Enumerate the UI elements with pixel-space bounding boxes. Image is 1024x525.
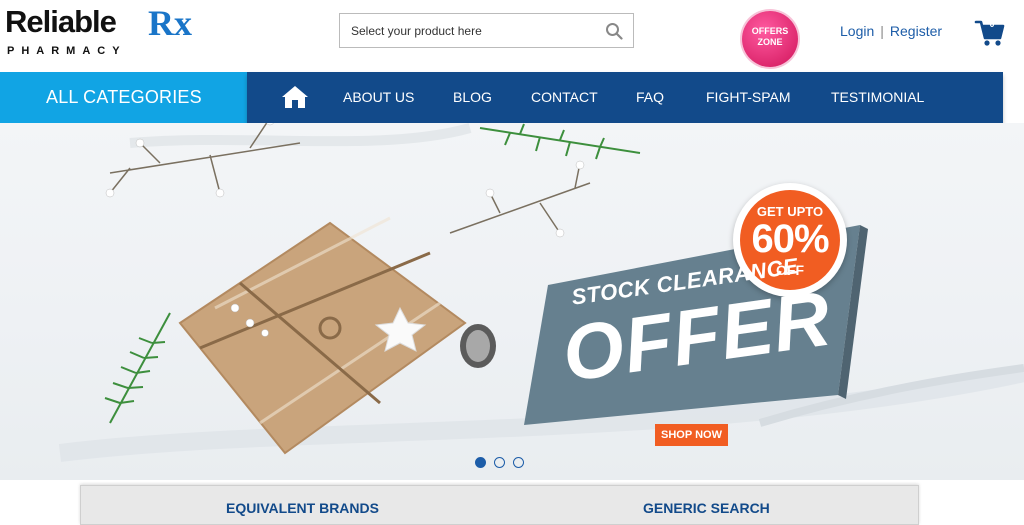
site-header: Reliable Rx PHARMACY OFFERS ZONE Login | R… <box>0 0 1024 72</box>
logo-word: Reliable <box>5 4 117 39</box>
slider-dot-3[interactable] <box>513 457 524 468</box>
hero-background-art <box>58 123 1024 462</box>
nav-bar: ABOUT US BLOG CONTACT FAQ FIGHT-SPAM TES… <box>247 72 1003 123</box>
cart-count: 0 <box>989 19 995 29</box>
gift-parcel-image <box>178 216 467 455</box>
nav-item-contact[interactable]: CONTACT <box>531 72 598 123</box>
product-search <box>339 13 634 48</box>
login-link[interactable]: Login <box>840 23 874 39</box>
offers-zone-line2: ZONE <box>757 37 783 47</box>
shop-now-button[interactable]: SHOP NOW <box>655 424 728 446</box>
auth-links: Login | Register <box>840 23 942 39</box>
auth-separator: | <box>880 23 884 39</box>
logo-rx-mark: Rx <box>148 3 192 43</box>
hero-slider[interactable]: GET UPTO 60% OFF STOCK CLEARANCE OFFER S… <box>0 123 1024 480</box>
offers-zone-line1: OFFERS <box>751 26 789 36</box>
register-link[interactable]: Register <box>890 23 942 39</box>
logo-subtitle: PHARMACY <box>7 45 127 57</box>
nav-item-testimonial[interactable]: TESTIMONIAL <box>831 72 924 123</box>
nav-item-blog[interactable]: BLOG <box>453 72 492 123</box>
all-categories-button[interactable]: ALL CATEGORIES <box>0 72 247 123</box>
search-icon[interactable] <box>605 22 623 40</box>
reliable-rx-logo[interactable]: Reliable Rx PHARMACY <box>5 3 195 64</box>
home-icon[interactable] <box>280 84 310 110</box>
slider-dot-1[interactable] <box>475 457 486 468</box>
tab-generic-search[interactable]: GENERIC SEARCH <box>643 500 770 516</box>
search-tabs-panel: EQUIVALENT BRANDS GENERIC SEARCH <box>80 485 919 525</box>
product-search-input[interactable] <box>340 14 595 47</box>
slider-dot-2[interactable] <box>494 457 505 468</box>
main-nav: ALL CATEGORIES ABOUT US BLOG CONTACT FAQ… <box>0 72 1024 123</box>
offers-zone-badge[interactable]: OFFERS ZONE <box>742 11 798 67</box>
nav-item-faq[interactable]: FAQ <box>636 72 664 123</box>
nav-item-fight-spam[interactable]: FIGHT-SPAM <box>706 72 791 123</box>
tab-equivalent-brands[interactable]: EQUIVALENT BRANDS <box>226 500 379 516</box>
slider-dots <box>475 457 535 469</box>
nav-item-about-us[interactable]: ABOUT US <box>343 72 414 123</box>
